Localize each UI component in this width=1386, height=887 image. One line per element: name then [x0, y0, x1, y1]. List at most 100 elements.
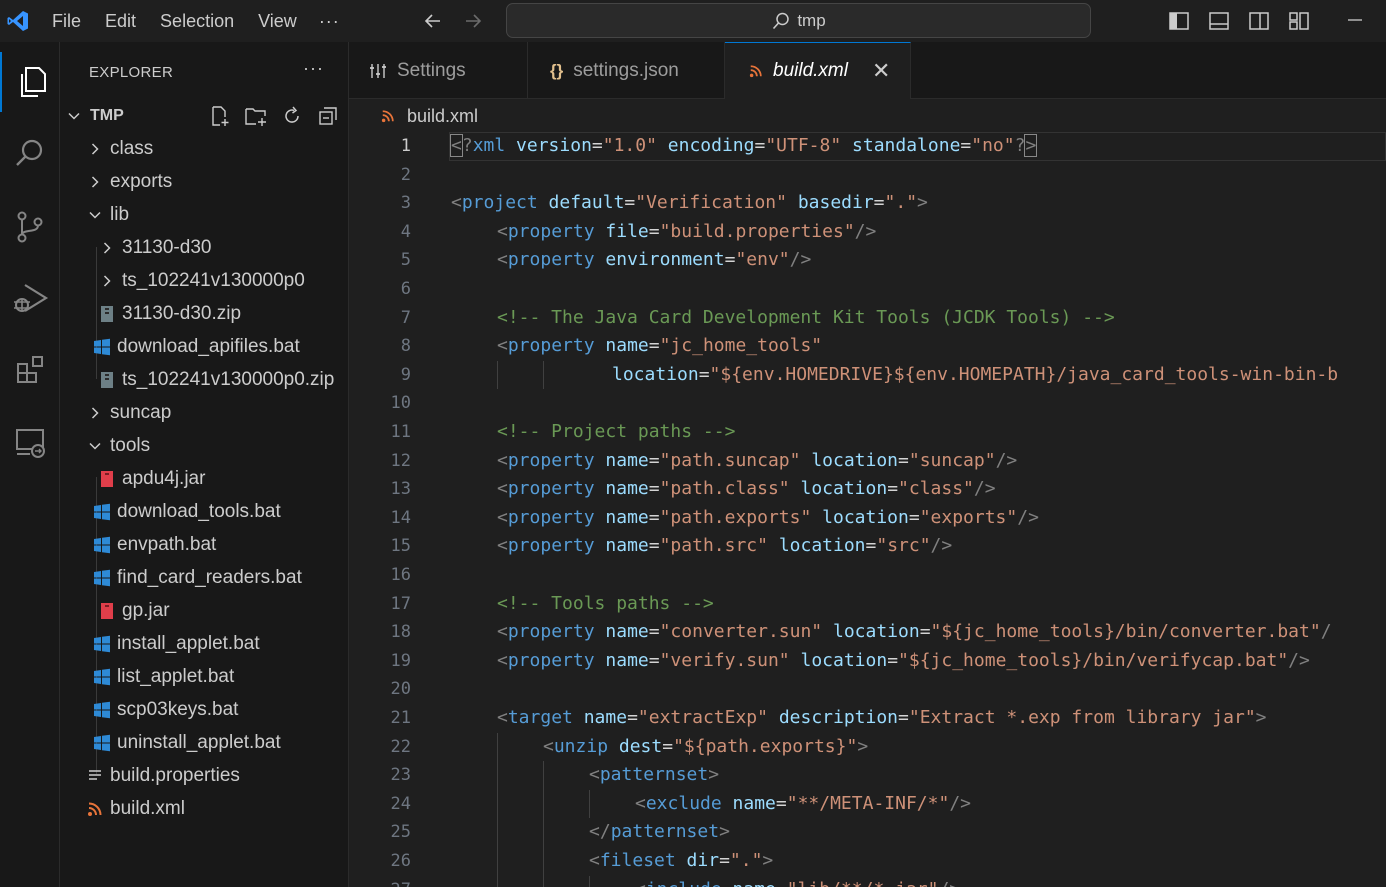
- tab-settings[interactable]: Settings: [349, 42, 528, 99]
- code-line[interactable]: 23 <patternset>: [349, 761, 1386, 790]
- code-token: <: [635, 792, 646, 814]
- code-line[interactable]: 19 <property name="verify.sun" location="…: [349, 647, 1386, 676]
- customize-layout-icon[interactable]: [1286, 8, 1312, 34]
- tree-file-gp-jar[interactable]: gp.jar: [60, 594, 349, 627]
- code-token: =: [754, 135, 766, 156]
- tree-folder-31130-d30[interactable]: 31130-d30: [60, 231, 349, 264]
- tree-file-31130-d30-zip[interactable]: 31130-d30.zip: [60, 297, 349, 330]
- code-token: <!-- Project paths -->: [497, 421, 736, 442]
- code-line[interactable]: 6: [349, 275, 1386, 304]
- code-line[interactable]: 8 <property name="jc_home_tools": [349, 332, 1386, 361]
- code-line[interactable]: 4 <property file="build.properties"/>: [349, 218, 1386, 247]
- tree-file-uninstall-applet[interactable]: uninstall_applet.bat: [60, 726, 349, 759]
- code-line[interactable]: 9 location="${env.HOMEDRIVE}${env.HOMEPAT…: [349, 360, 1386, 390]
- tab-build-xml[interactable]: build.xml ✕: [725, 42, 911, 99]
- tree-file-ts-zip[interactable]: ts_102241v130000p0.zip: [60, 363, 349, 396]
- code-line[interactable]: 20: [349, 675, 1386, 704]
- code-line[interactable]: 18 <property name="converter.sun" locatio…: [349, 618, 1386, 647]
- code-token: "no": [971, 135, 1015, 156]
- code-line[interactable]: 3 <project default="Verification" basedir…: [349, 189, 1386, 218]
- windows-bat-icon: [93, 734, 111, 752]
- new-file-icon[interactable]: [208, 104, 232, 128]
- breadcrumb-file[interactable]: build.xml: [407, 106, 478, 127]
- code-line[interactable]: 26 <fileset dir=".">: [349, 847, 1386, 876]
- extensions-icon[interactable]: [0, 340, 60, 400]
- tree-folder-lib[interactable]: lib: [60, 198, 349, 231]
- code-token: =: [908, 506, 920, 528]
- explorer-more-button[interactable]: ···: [303, 58, 324, 79]
- tab-settings-json[interactable]: {} settings.json: [528, 42, 725, 99]
- tree-file-build-properties[interactable]: build.properties: [60, 759, 349, 792]
- code-token: =: [698, 363, 710, 385]
- code-line[interactable]: 1 <?xml version="1.0" encoding="UTF-8" st…: [349, 132, 1386, 161]
- new-folder-icon[interactable]: [244, 104, 268, 128]
- search-view-icon[interactable]: [0, 124, 60, 184]
- menu-selection[interactable]: Selection: [148, 0, 246, 42]
- forward-arrow-icon[interactable]: [460, 6, 486, 36]
- tree-folder-exports[interactable]: exports: [60, 165, 349, 198]
- code-token: property: [507, 535, 595, 557]
- collapse-all-icon[interactable]: [316, 104, 340, 128]
- menu-file[interactable]: File: [40, 0, 93, 42]
- code-token: "exports": [919, 506, 1018, 528]
- toggle-secondary-sidebar-icon[interactable]: [1246, 8, 1272, 34]
- line-number: 6: [400, 279, 411, 299]
- tree-folder-tools[interactable]: tools: [60, 429, 349, 462]
- code-line[interactable]: 24 <exclude name="**/META-INF/*"/>: [349, 789, 1386, 819]
- code-token: unzip: [553, 735, 609, 757]
- code-line[interactable]: 21 <target name="extractExp" description=…: [349, 704, 1386, 733]
- code-line[interactable]: 16: [349, 561, 1386, 590]
- tree-folder-class[interactable]: class: [60, 132, 349, 165]
- tree-folder-ts[interactable]: ts_102241v130000p0: [60, 264, 349, 297]
- code-line[interactable]: 10: [349, 389, 1386, 418]
- code-line[interactable]: 14 <property name="path.exports" location…: [349, 504, 1386, 533]
- source-control-icon[interactable]: [0, 197, 60, 257]
- code-line[interactable]: 12 <property name="path.suncap" location=…: [349, 447, 1386, 476]
- code-text: <property name="verify.sun" location="${…: [497, 647, 1310, 676]
- tree-file-install-applet[interactable]: install_applet.bat: [60, 627, 349, 660]
- menu-more-button[interactable]: ···: [309, 11, 350, 32]
- toggle-primary-sidebar-icon[interactable]: [1166, 8, 1192, 34]
- zip-file-icon: [98, 371, 116, 389]
- code-token: =: [776, 879, 787, 887]
- explorer-icon[interactable]: [0, 52, 60, 112]
- indent-guide: [497, 789, 498, 819]
- run-and-debug-icon[interactable]: [0, 268, 60, 328]
- back-arrow-icon[interactable]: [420, 6, 446, 36]
- tree-file-envpath[interactable]: envpath.bat: [60, 528, 349, 561]
- chevron-down-icon: [88, 208, 102, 222]
- code-text: <project default="Verification" basedir=…: [451, 189, 928, 218]
- tree-file-build-xml[interactable]: build.xml: [60, 792, 349, 825]
- refresh-icon[interactable]: [280, 104, 304, 128]
- code-line[interactable]: 25 </patternset>: [349, 818, 1386, 847]
- code-line[interactable]: 5 <property environment="env"/>: [349, 246, 1386, 275]
- tree-file-scp03keys[interactable]: scp03keys.bat: [60, 693, 349, 726]
- line-number: 5: [400, 250, 411, 271]
- tree-file-download-apifiles[interactable]: download_apifiles.bat: [60, 330, 349, 363]
- toggle-panel-icon[interactable]: [1206, 8, 1232, 34]
- tree-file-apdu4j[interactable]: apdu4j.jar: [60, 462, 349, 495]
- minimize-icon[interactable]: [1343, 8, 1367, 32]
- code-line[interactable]: 27 <include name="lib/**/*.jar"/>: [349, 875, 1386, 887]
- code-line[interactable]: 2: [349, 161, 1386, 190]
- tree-folder-suncap[interactable]: suncap: [60, 396, 349, 429]
- code-token: =: [887, 478, 899, 500]
- code-editor[interactable]: 1 <?xml version="1.0" encoding="UTF-8" st…: [349, 132, 1386, 887]
- code-line[interactable]: 15 <property name="path.src" location="sr…: [349, 532, 1386, 561]
- remote-explorer-icon[interactable]: [0, 412, 60, 472]
- menu-view[interactable]: View: [246, 0, 309, 42]
- command-center-search[interactable]: tmp: [506, 3, 1091, 38]
- code-line[interactable]: 7 <!-- The Java Card Development Kit Tool…: [349, 304, 1386, 333]
- tree-file-find-card-readers[interactable]: find_card_readers.bat: [60, 561, 349, 594]
- code-line[interactable]: 13 <property name="path.class" location="…: [349, 475, 1386, 504]
- tab-label: build.xml: [773, 60, 848, 81]
- code-line[interactable]: 11 <!-- Project paths -->: [349, 418, 1386, 447]
- code-line[interactable]: 17 <!-- Tools paths -->: [349, 590, 1386, 619]
- close-icon[interactable]: ✕: [872, 58, 890, 84]
- code-line[interactable]: 22 <unzip dest="${path.exports}">: [349, 732, 1386, 762]
- tree-file-download-tools[interactable]: download_tools.bat: [60, 495, 349, 528]
- menu-edit[interactable]: Edit: [93, 0, 148, 42]
- tree-file-list-applet[interactable]: list_applet.bat: [60, 660, 349, 693]
